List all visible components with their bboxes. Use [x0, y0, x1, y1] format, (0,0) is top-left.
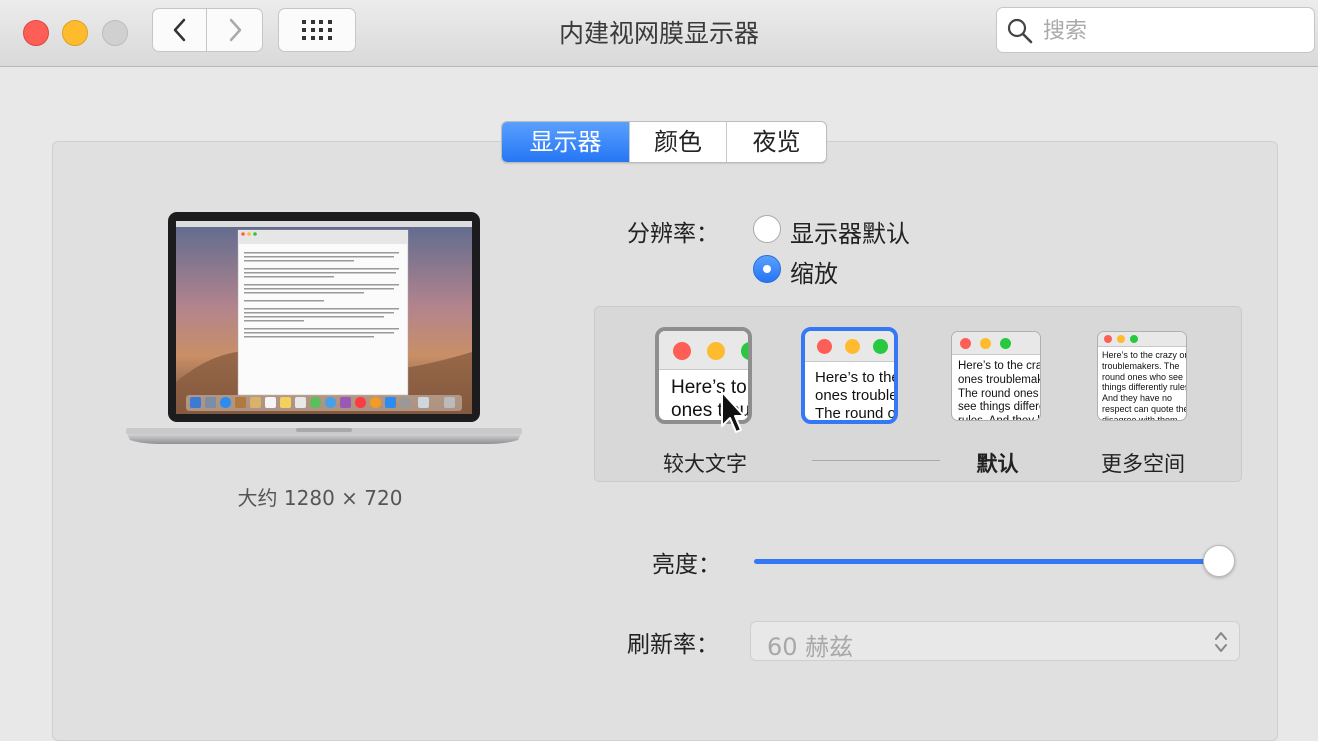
scale-option-more-space[interactable]: Here’s to the crazy ones troublemakers. …: [1097, 331, 1187, 421]
up-down-chevron-icon: [1215, 632, 1227, 652]
title-bar: 内建视网膜显示器: [0, 0, 1318, 67]
sample-text: Here’s to the crazy ones troublemakers. …: [958, 360, 1041, 420]
sample-text: Here’s to the crazy ones troublemakers. …: [815, 369, 898, 422]
radio-display-default-label: 显示器默认: [790, 220, 910, 248]
radio-scaled-label: 缩放: [790, 260, 838, 288]
search-field[interactable]: [996, 7, 1315, 53]
scale-option-default-label: 默认: [976, 452, 1019, 476]
search-input[interactable]: [1041, 14, 1305, 48]
radio-scaled[interactable]: [753, 255, 781, 283]
refresh-rate-select[interactable]: 60 赫兹: [750, 621, 1240, 661]
brightness-slider-knob[interactable]: [1203, 545, 1235, 577]
tab-color[interactable]: 颜色: [629, 122, 726, 162]
tab-display[interactable]: 显示器: [502, 122, 629, 162]
scale-option-larger-text-label: 较大文字: [663, 452, 747, 476]
brightness-label: 亮度：: [652, 552, 721, 578]
refresh-rate-label: 刷新率：: [627, 632, 719, 658]
scale-option-default[interactable]: Here’s to the crazy ones troublemakers. …: [951, 331, 1041, 421]
resolution-label: 分辨率：: [627, 221, 719, 247]
scale-option-2[interactable]: Here’s to the crazy ones troublemakers. …: [801, 327, 898, 424]
resolution-caption: 大约 1280 × 720: [237, 486, 403, 510]
sample-text: Here’s to the crazy ones troublemakers. …: [1102, 350, 1186, 421]
search-icon: [1007, 18, 1033, 44]
radio-display-default[interactable]: [753, 215, 781, 243]
tab-bar: 显示器 颜色 夜览: [501, 121, 827, 163]
laptop-preview-image: [126, 212, 522, 452]
mouse-cursor-icon: [721, 391, 745, 433]
tab-night-shift[interactable]: 夜览: [726, 122, 826, 162]
scale-divider-line: [812, 460, 940, 461]
refresh-rate-value: 60 赫兹: [767, 633, 854, 661]
scale-option-more-space-label: 更多空间: [1101, 452, 1185, 476]
brightness-slider-track[interactable]: [754, 559, 1220, 564]
